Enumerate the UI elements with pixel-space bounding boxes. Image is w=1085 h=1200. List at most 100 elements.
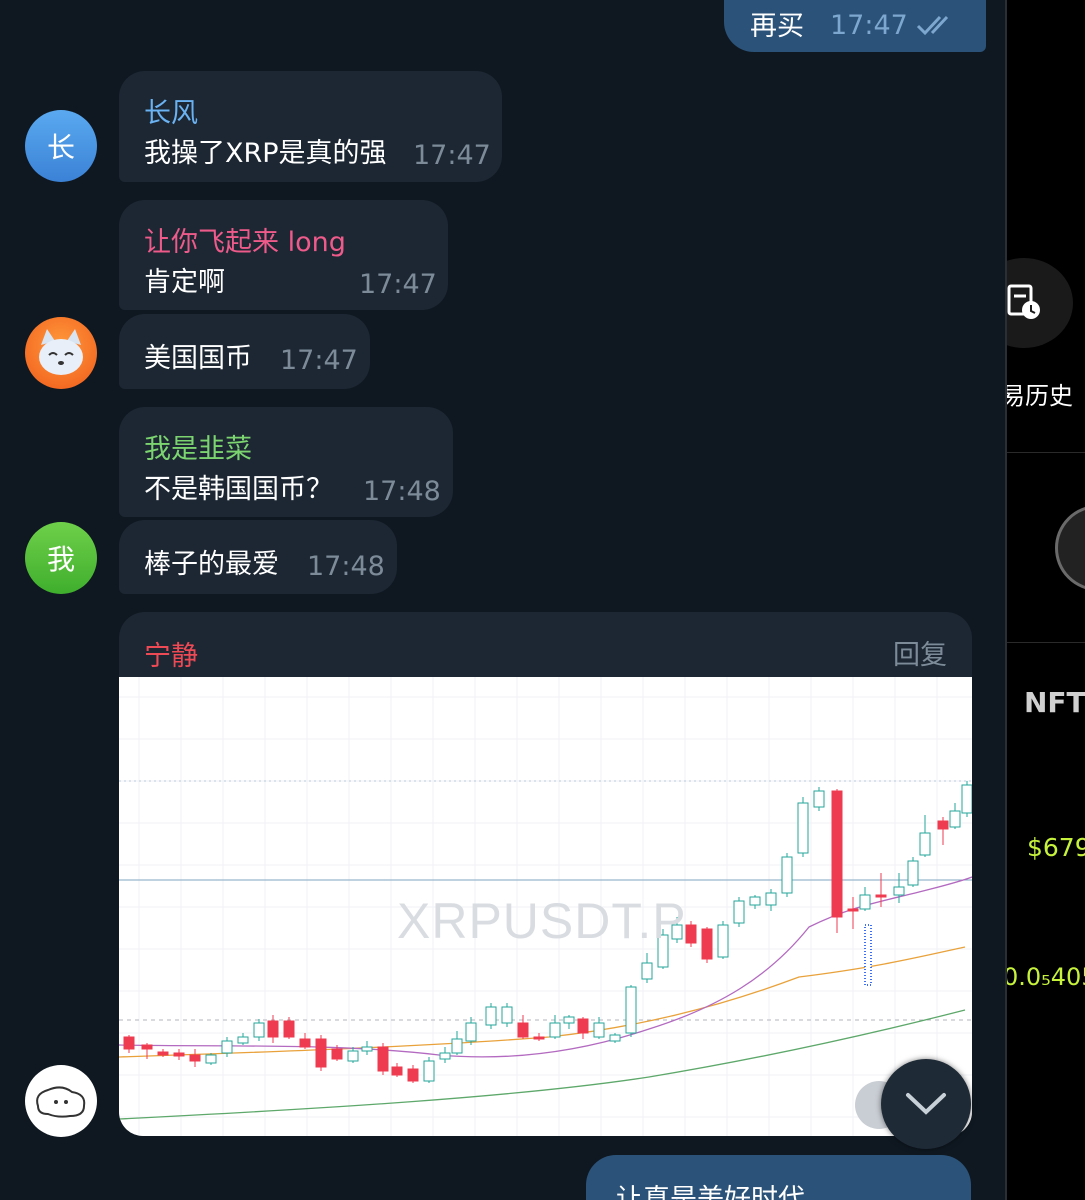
candle-body [347, 1050, 359, 1062]
candle-body [533, 1036, 545, 1040]
candle-body [577, 1018, 589, 1034]
candle-body [123, 1036, 135, 1050]
message-bubble[interactable]: 我是韭菜 不是韩国国币？ 17:48 [119, 407, 453, 517]
candle-body [315, 1038, 327, 1068]
candle-body [749, 896, 761, 906]
message-bubble[interactable]: 让你飞起来 long 肯定啊 17:47 [119, 200, 448, 310]
price-value: $679 [1027, 833, 1085, 862]
candle-body [717, 924, 729, 958]
message-time: 17:47 [359, 269, 437, 300]
history-label[interactable]: 易历史 [1007, 376, 1073, 411]
candle-body [299, 1038, 311, 1048]
candle-body [221, 1040, 233, 1054]
candle-body [189, 1054, 201, 1062]
candle-body [961, 784, 972, 814]
message-text: 美国国币 [144, 343, 252, 374]
candle-body [253, 1022, 265, 1038]
ma-line [119, 1009, 966, 1120]
candle-body [847, 908, 859, 912]
chart-watermark: XRPUSDT.P [397, 893, 687, 949]
candle-body [549, 1022, 561, 1038]
sender-name[interactable]: 长风 [144, 91, 198, 130]
candle-body [831, 790, 843, 918]
candle-body [205, 1054, 217, 1064]
candle-body [625, 986, 637, 1034]
outgoing-message[interactable]: 再买 17:47 [724, 0, 986, 52]
candle-body [937, 820, 949, 830]
reply-button[interactable]: 回复 [893, 633, 947, 672]
nft-label[interactable]: NFT [1024, 686, 1085, 719]
sketch-avatar-icon [36, 1086, 86, 1118]
message-time: 17:48 [307, 551, 385, 582]
husky-avatar-icon [39, 329, 83, 375]
message-text: 棒子的最爱 [144, 549, 279, 580]
avatar[interactable] [25, 317, 97, 389]
message-bubble[interactable]: 长风 我操了XRP是真的强 17:47 [119, 71, 502, 182]
message-bubble[interactable]: 棒子的最爱 17:48 [119, 520, 397, 594]
candle-body [685, 924, 697, 944]
candle-body [919, 832, 931, 856]
candle-body [377, 1046, 389, 1072]
history-clock-icon [1007, 284, 1040, 319]
avatar[interactable] [25, 1065, 97, 1137]
message-time: 17:47 [830, 10, 908, 41]
message-text: 肯定啊 [144, 267, 225, 298]
sender-name[interactable]: 宁静 [144, 634, 198, 673]
message-text: 让真是美好时代 [616, 1184, 805, 1200]
message-text: 再买 [750, 11, 804, 42]
message-text: 不是韩国国币？ [144, 474, 333, 505]
candle-body [141, 1044, 153, 1050]
candle-body [859, 894, 871, 910]
side-divider [1007, 452, 1085, 453]
candle-body [593, 1022, 605, 1038]
candle-body [893, 886, 905, 896]
message-time: 17:47 [280, 345, 358, 376]
candle-body [485, 1006, 497, 1026]
candle-body [641, 962, 653, 980]
avatar[interactable]: 我 [25, 522, 97, 594]
candle-body [517, 1022, 529, 1038]
candle-body [361, 1046, 373, 1052]
chart-image[interactable]: XRPUSDT.P [119, 677, 972, 1136]
candle-body [173, 1052, 185, 1057]
candle-body [439, 1052, 451, 1060]
candle-body [781, 856, 793, 894]
candle-body [423, 1060, 435, 1082]
candle-body [391, 1066, 403, 1076]
candle-body [563, 1016, 575, 1024]
candle-body [797, 802, 809, 854]
candle-body [501, 1006, 513, 1024]
candle-body [465, 1022, 477, 1042]
candle-body [949, 810, 961, 828]
message-bubble[interactable]: 美国国币 17:47 [119, 314, 370, 389]
double-check-icon [916, 14, 958, 40]
candle-body [407, 1068, 419, 1082]
message-time: 17:48 [363, 476, 441, 507]
highlight-marker [864, 924, 872, 986]
outgoing-message[interactable]: 让真是美好时代 [586, 1155, 971, 1200]
sender-name[interactable]: 我是韭菜 [144, 427, 252, 466]
sender-name[interactable]: 让你飞起来 long [144, 220, 346, 259]
chat-panel: 再买 17:47 长 长风 我操了XRP是真的强 17:47 让你飞起来 lon… [0, 0, 1005, 1200]
history-button[interactable] [1007, 258, 1073, 348]
candle-body [875, 894, 887, 898]
candle-body [283, 1020, 295, 1038]
avatar[interactable]: 长 [25, 110, 97, 182]
candle-body [609, 1034, 621, 1042]
candle-body [237, 1036, 249, 1044]
avatar-initial: 长 [46, 131, 75, 164]
candle-body [267, 1020, 279, 1038]
candle-body [701, 928, 713, 960]
scroll-down-button[interactable] [881, 1059, 971, 1149]
candle-body [331, 1048, 343, 1060]
side-round-button[interactable] [1055, 505, 1085, 591]
message-time: 17:47 [413, 140, 491, 171]
message-text: 我操了XRP是真的强 [144, 138, 387, 169]
chevron-down-icon [906, 1093, 946, 1115]
candle-body [813, 790, 825, 808]
candle-body [733, 900, 745, 924]
candle-body [907, 860, 919, 886]
candle-body [157, 1051, 169, 1056]
price-small-value: 0.0₅4057 [1007, 963, 1085, 991]
candle-body [765, 892, 777, 906]
